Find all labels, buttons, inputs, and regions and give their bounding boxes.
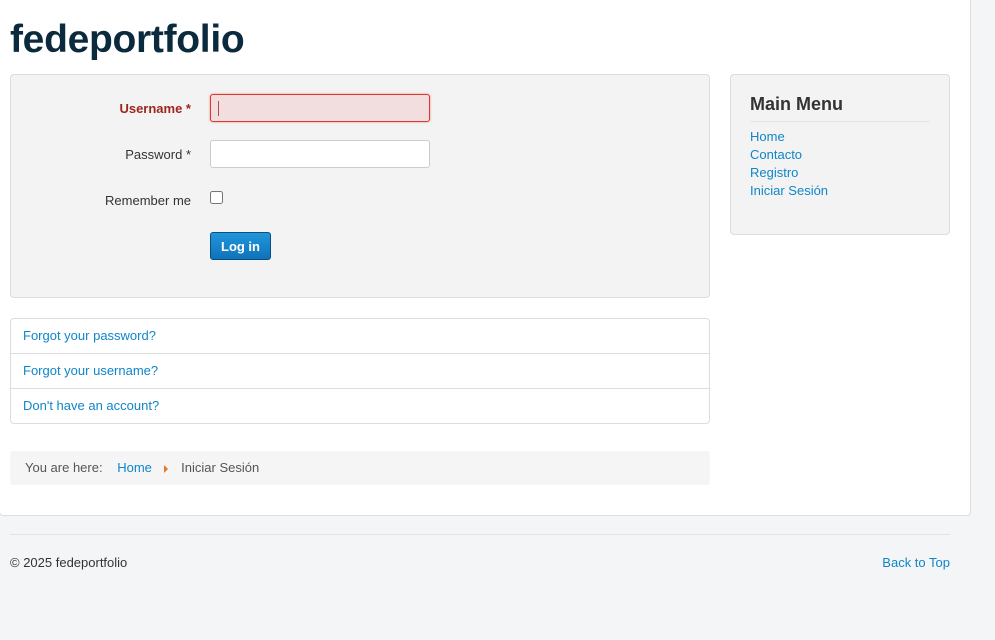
login-form: Username * Password * Remember me Log in xyxy=(10,74,710,298)
back-to-top-link[interactable]: Back to Top xyxy=(882,555,950,570)
login-button[interactable]: Log in xyxy=(210,232,271,260)
menu-item: Registro xyxy=(750,164,930,182)
footer-divider xyxy=(10,534,950,535)
breadcrumb-current: Iniciar Sesión xyxy=(181,460,260,475)
menu-item-home[interactable]: Home xyxy=(750,129,785,144)
forgot-password-link[interactable]: Forgot your password? xyxy=(23,328,156,343)
password-label: Password * xyxy=(125,147,191,162)
breadcrumb-prefix: You are here: xyxy=(25,460,103,475)
menu-item: Contacto xyxy=(750,146,930,164)
menu-item-iniciar-sesion[interactable]: Iniciar Sesión xyxy=(750,183,828,198)
text-caret xyxy=(218,101,219,116)
menu-title: Main Menu xyxy=(750,93,930,122)
register-link[interactable]: Don't have an account? xyxy=(23,398,159,413)
breadcrumb: You are here: Home Iniciar Sesión xyxy=(10,451,710,485)
password-input[interactable] xyxy=(210,140,430,168)
footer-copyright: © 2025 fedeportfolio xyxy=(10,555,128,570)
menu-item-registro[interactable]: Registro xyxy=(750,165,798,180)
breadcrumb-home-link[interactable]: Home xyxy=(117,460,152,475)
list-item: Forgot your password? xyxy=(11,319,709,354)
list-item: Don't have an account? xyxy=(11,389,709,424)
menu-item: Home xyxy=(750,128,930,146)
site-title[interactable]: fedeportfolio xyxy=(10,17,245,63)
username-input[interactable] xyxy=(210,94,430,122)
forgot-username-link[interactable]: Forgot your username? xyxy=(23,363,158,378)
menu-item: Iniciar Sesión xyxy=(750,182,930,200)
remember-me-label: Remember me xyxy=(105,193,191,208)
login-help-links: Forgot your password? Forgot your userna… xyxy=(10,318,710,424)
sidebar-main-menu: Main Menu Home Contacto Registro Iniciar… xyxy=(730,74,950,235)
remember-me-checkbox[interactable] xyxy=(210,191,223,204)
list-item: Forgot your username? xyxy=(11,354,709,389)
triangle-right-icon xyxy=(163,465,168,473)
menu-item-contacto[interactable]: Contacto xyxy=(750,147,802,162)
content-card: fedeportfolio Username * Password * Reme… xyxy=(0,0,971,516)
menu-list: Home Contacto Registro Iniciar Sesión xyxy=(750,128,930,200)
username-label: Username * xyxy=(119,101,191,116)
